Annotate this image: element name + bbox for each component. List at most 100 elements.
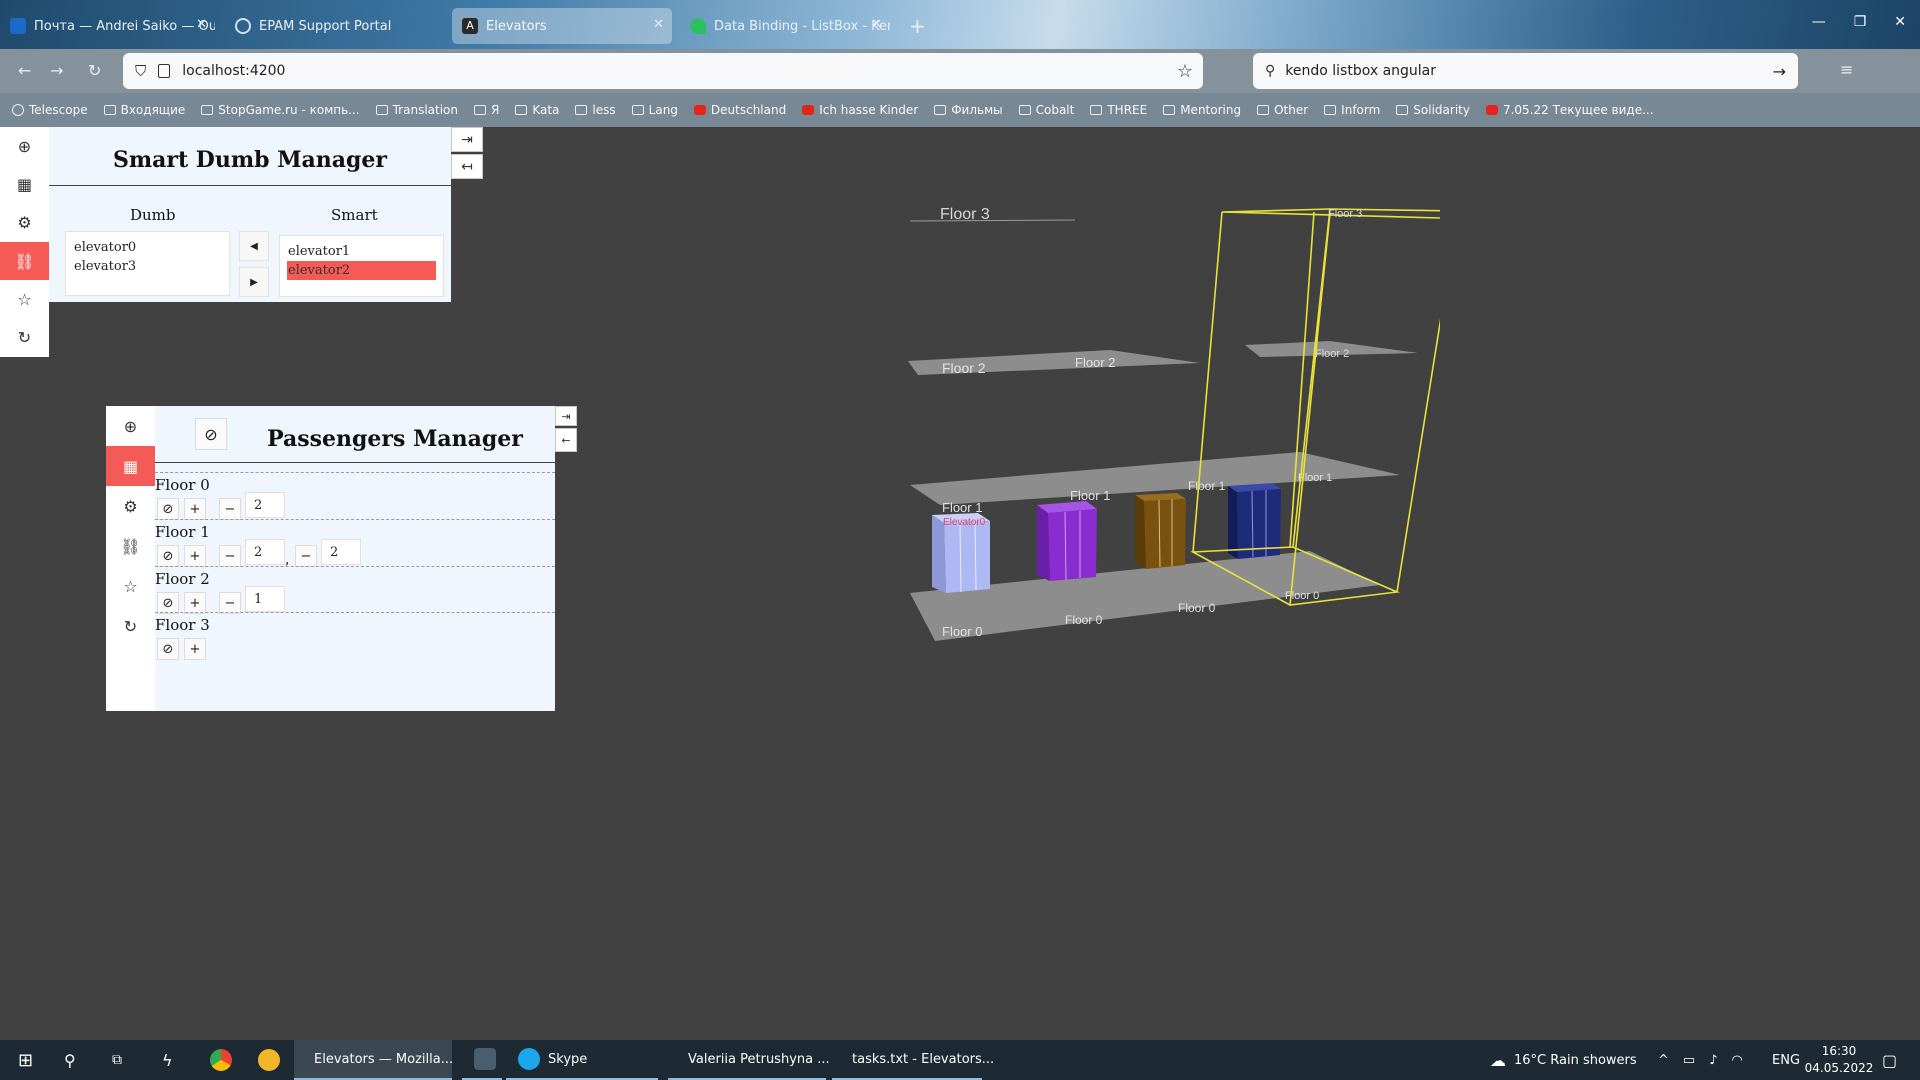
taskbar-teams[interactable]: Valeriia Petrushyna ...: [668, 1040, 830, 1080]
volume-icon[interactable]: ♪: [1709, 1053, 1717, 1068]
menu-icon[interactable]: ≡: [1840, 60, 1853, 79]
bookmark-item[interactable]: Mentoring: [1163, 103, 1241, 117]
bookmark-star-icon[interactable]: ☆: [1177, 61, 1193, 82]
bookmark-item[interactable]: Other: [1257, 103, 1308, 117]
bookmark-item[interactable]: Входящие: [103, 103, 185, 117]
bookmark-item[interactable]: less: [575, 103, 616, 117]
remove-passenger-button[interactable]: −: [295, 545, 317, 567]
close-icon[interactable]: ✕: [196, 17, 207, 32]
back-icon[interactable]: ←: [18, 61, 31, 80]
task-view-icon[interactable]: ⧉: [100, 1040, 122, 1080]
block-button[interactable]: ⊘: [195, 418, 227, 450]
calculator-icon[interactable]: [462, 1040, 502, 1080]
passenger-count-field[interactable]: 2: [321, 539, 361, 565]
bookmark-item[interactable]: Translation: [375, 103, 458, 117]
add-icon[interactable]: ⊕: [0, 127, 49, 165]
smart-listbox[interactable]: elevator1 elevator2: [279, 235, 444, 297]
toggle-panel-button[interactable]: ⇥: [555, 406, 577, 426]
close-window-icon[interactable]: ✕: [1894, 14, 1906, 30]
remove-passenger-button[interactable]: −: [219, 498, 241, 520]
clock[interactable]: 16:30 04.05.2022: [1804, 1043, 1874, 1077]
clear-floor-button[interactable]: ⊘: [157, 545, 179, 567]
collapse-panel-button[interactable]: ←: [555, 428, 577, 452]
new-tab-button[interactable]: +: [905, 8, 935, 44]
list-item[interactable]: elevator3: [73, 257, 222, 276]
add-passenger-button[interactable]: +: [184, 498, 206, 520]
toggle-panel-button[interactable]: ⇥: [451, 127, 483, 152]
weather-widget[interactable]: ☁ 16°C Rain showers: [1478, 1040, 1637, 1080]
move-right-button[interactable]: ▶: [239, 267, 269, 297]
close-icon[interactable]: ✕: [871, 17, 882, 32]
page-icon[interactable]: [158, 64, 171, 78]
bookmark-item[interactable]: Telescope: [12, 103, 88, 117]
reload-icon[interactable]: ↻: [88, 61, 101, 80]
bookmark-item[interactable]: Ich hasse Kinder: [802, 103, 918, 117]
chrome-icon[interactable]: [198, 1040, 232, 1080]
remove-passenger-button[interactable]: −: [219, 545, 241, 567]
taskbar-firefox[interactable]: Elevators — Mozilla...: [294, 1040, 453, 1080]
chevron-up-icon[interactable]: ^: [1658, 1053, 1669, 1068]
shield-icon[interactable]: ⛉: [135, 62, 146, 80]
add-passenger-button[interactable]: +: [184, 592, 206, 614]
warning-app-icon[interactable]: [246, 1040, 280, 1080]
remove-passenger-button[interactable]: −: [219, 592, 241, 614]
bookmark-item[interactable]: Фильмы: [934, 103, 1003, 117]
clear-floor-button[interactable]: ⊘: [157, 592, 179, 614]
gear-icon[interactable]: ⚙: [106, 486, 155, 526]
bookmark-item[interactable]: Я: [474, 103, 499, 117]
tab-epam[interactable]: EPAM Support Portal: [225, 8, 440, 44]
maximize-icon[interactable]: ❐: [1854, 14, 1867, 30]
list-item-selected[interactable]: elevator2: [287, 261, 436, 280]
table-icon[interactable]: ▦: [0, 165, 49, 203]
bookmark-item[interactable]: Solidarity: [1396, 103, 1470, 117]
search-bar[interactable]: ⚲ kendo listbox angular →: [1253, 53, 1798, 89]
add-passenger-button[interactable]: +: [184, 638, 206, 660]
elevator2-cabin[interactable]: [1135, 493, 1186, 569]
taskbar-skype[interactable]: Skype: [506, 1040, 658, 1080]
clear-floor-button[interactable]: ⊘: [157, 638, 179, 660]
bookmark-item[interactable]: StopGame.ru - компь...: [201, 103, 360, 117]
link-icon[interactable]: ⛓: [0, 241, 49, 281]
bookmark-item[interactable]: 7.05.22 Текущее виде...: [1485, 103, 1654, 117]
bookmark-item[interactable]: Lang: [631, 103, 678, 117]
link-icon[interactable]: ⛓: [106, 526, 155, 566]
move-left-button[interactable]: ◀: [239, 231, 269, 261]
list-item[interactable]: elevator1: [287, 242, 436, 261]
passenger-count-field[interactable]: 1: [245, 586, 285, 612]
collapse-panel-button[interactable]: ↤: [451, 154, 483, 179]
tab-kendo[interactable]: Data Binding - ListBox - Kendo ✕: [680, 8, 890, 44]
gear-icon[interactable]: ⚙: [0, 204, 49, 242]
dumb-listbox[interactable]: elevator0 elevator3: [65, 231, 230, 296]
language-indicator[interactable]: ENG: [1760, 1040, 1800, 1080]
tray-icons[interactable]: ^ ▭ ♪ ◠: [1646, 1040, 1743, 1080]
add-passenger-button[interactable]: +: [184, 545, 206, 567]
passenger-count-field[interactable]: 2: [245, 492, 285, 518]
list-item[interactable]: elevator0: [73, 238, 222, 257]
bookmark-item[interactable]: Deutschland: [693, 103, 786, 117]
battery-icon[interactable]: ▭: [1683, 1053, 1695, 1068]
refresh-icon[interactable]: ↻: [106, 606, 155, 646]
bookmark-item[interactable]: Cobalt: [1018, 103, 1074, 117]
bookmark-item[interactable]: THREE: [1090, 103, 1147, 117]
elevator1-cabin[interactable]: [1037, 501, 1097, 581]
add-icon[interactable]: ⊕: [106, 406, 155, 446]
clear-floor-button[interactable]: ⊘: [157, 498, 179, 520]
tab-elevators[interactable]: A Elevators ✕: [452, 8, 672, 44]
address-bar[interactable]: ⛉ localhost:4200 ☆: [123, 53, 1203, 89]
close-icon[interactable]: ✕: [653, 17, 664, 32]
notification-icon[interactable]: ▢: [1870, 1040, 1897, 1080]
taskbar-vscode[interactable]: tasks.txt - Elevators...: [832, 1040, 994, 1080]
windows-start-icon[interactable]: ⊞: [6, 1040, 33, 1080]
star-icon[interactable]: ☆: [0, 280, 49, 318]
table-icon[interactable]: ▦: [106, 446, 155, 486]
forward-icon[interactable]: →: [50, 61, 63, 80]
bookmark-item[interactable]: Inform: [1324, 103, 1380, 117]
wifi-icon[interactable]: ◠: [1732, 1053, 1743, 1068]
search-icon[interactable]: ⚲: [52, 1040, 76, 1080]
elevator-3d-scene[interactable]: Floor 3 Floor 2 Floor 2 Floor 2 Floor 0 …: [880, 195, 1459, 655]
star-icon[interactable]: ☆: [106, 566, 155, 606]
tab-outlook[interactable]: Почта — Andrei Saiko — Outlo ✕: [0, 8, 215, 44]
lightning-app-icon[interactable]: ϟ: [150, 1040, 173, 1080]
bookmark-item[interactable]: Kata: [515, 103, 559, 117]
minimize-icon[interactable]: —: [1812, 14, 1826, 30]
